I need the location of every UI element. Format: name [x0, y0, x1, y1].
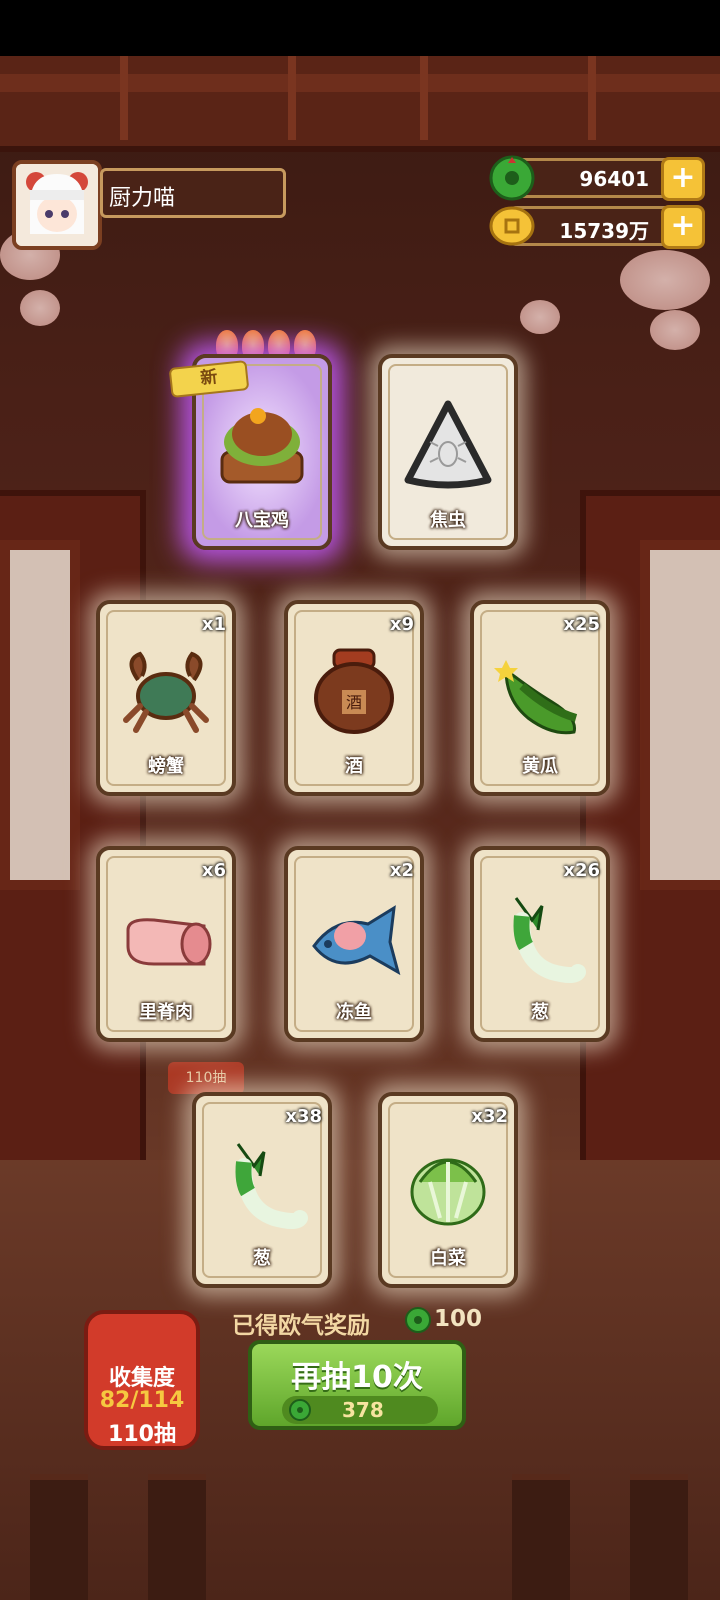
- card-count: x2: [389, 860, 414, 881]
- card-label: 螃蟹: [148, 756, 184, 777]
- card-crab[interactable]: x1 螃蟹: [96, 600, 236, 796]
- roof-lattice: [120, 56, 296, 140]
- chef-cat-avatar-icon: [16, 164, 98, 246]
- pork-loin-icon: [126, 918, 212, 966]
- crab-icon: [123, 651, 209, 733]
- card-pork-loin[interactable]: x6 里脊肉: [96, 846, 236, 1042]
- status-bar: [0, 0, 720, 56]
- card-count: x26: [563, 860, 600, 881]
- reward-text: 已得欧气奖励: [232, 1313, 370, 1339]
- jade-coin-icon: [289, 1399, 311, 1421]
- game-screen: 110抽 厨力喵 96401 + 15739万 + 八宝鸡 新 焦虫 x1 螃蟹…: [0, 0, 720, 1600]
- collection-progress: 82/114: [99, 1388, 185, 1413]
- draw-again-label: 再抽10次: [291, 1360, 423, 1395]
- fence-post: [148, 1474, 206, 1600]
- add-gold-button[interactable]: +: [661, 205, 705, 249]
- scallion-icon: [513, 897, 586, 983]
- card-count: x25: [563, 614, 600, 635]
- bug-triangle-icon: [404, 400, 492, 489]
- collection-draws: 110抽: [108, 1422, 176, 1447]
- gold-amount: 15739万: [559, 219, 649, 243]
- gold-resource-bar: 15739万 +: [489, 205, 705, 249]
- card-scallion[interactable]: x38 葱: [192, 1092, 332, 1288]
- card-featured-normal[interactable]: 焦虫: [378, 354, 518, 550]
- card-label: 白菜: [430, 1248, 466, 1269]
- fence-post: [630, 1474, 688, 1600]
- card-label: 葱: [531, 1002, 549, 1023]
- collection-lantern[interactable]: 收集度 82/114 110抽: [84, 1310, 200, 1450]
- card-label: 酒: [345, 756, 363, 777]
- gold-coin-icon: [489, 206, 535, 246]
- card-label: 葱: [253, 1248, 271, 1269]
- cabbage-icon: [410, 1158, 486, 1226]
- jar-text: 酒: [346, 693, 362, 712]
- card-count: x38: [285, 1106, 322, 1127]
- card-label: 里脊肉: [139, 1002, 193, 1023]
- scallion-icon: [235, 1143, 308, 1229]
- fence-post: [512, 1474, 570, 1600]
- card-count: x9: [389, 614, 414, 635]
- card-count: x1: [201, 614, 226, 635]
- player-name: 厨力喵: [109, 186, 176, 211]
- fence-post: [30, 1474, 88, 1600]
- cucumber-icon: [494, 660, 578, 735]
- player-avatar[interactable]: [12, 160, 102, 250]
- card-count: x32: [471, 1106, 508, 1127]
- card-scallion[interactable]: x26 葱: [470, 846, 610, 1042]
- card-frozen-fish[interactable]: x2 冻鱼: [284, 846, 424, 1042]
- blossom-decoration: [520, 300, 560, 334]
- card-count: x6: [201, 860, 226, 881]
- frozen-fish-icon: [312, 905, 401, 976]
- jade-amount: 96401: [579, 167, 649, 191]
- draw-cost-value: 378: [342, 1398, 384, 1422]
- card-label: 冻鱼: [336, 1002, 372, 1023]
- card-cabbage[interactable]: x32 白菜: [378, 1092, 518, 1288]
- roof-lattice: [420, 56, 596, 140]
- draw-again-button[interactable]: 再抽10次 378: [248, 1340, 466, 1430]
- card-label: 黄瓜: [522, 756, 558, 777]
- blossom-decoration: [20, 290, 60, 326]
- reward-amount: 100: [434, 1306, 483, 1332]
- card-label: 焦虫: [430, 510, 466, 531]
- player-name-box: 厨力喵: [100, 168, 286, 218]
- card-cucumber[interactable]: x25 黄瓜: [470, 600, 610, 796]
- roast-chicken-basket-icon: [220, 408, 304, 484]
- jade-coin-icon: [489, 155, 535, 201]
- left-window: [0, 540, 80, 890]
- draw-cost: 378: [282, 1396, 438, 1424]
- wine-jar-icon: 酒: [314, 648, 394, 734]
- jade-coin-icon: [405, 1307, 431, 1333]
- card-label: 八宝鸡: [235, 510, 289, 531]
- card-wine[interactable]: x9 酒 酒: [284, 600, 424, 796]
- right-window: [640, 540, 720, 890]
- add-jade-button[interactable]: +: [661, 157, 705, 201]
- blossom-decoration: [650, 310, 700, 350]
- background-draw-badge: 110抽: [168, 1062, 244, 1094]
- jade-resource-bar: 96401 +: [489, 155, 705, 201]
- roof-beam: [0, 56, 720, 152]
- blossom-decoration: [620, 250, 710, 310]
